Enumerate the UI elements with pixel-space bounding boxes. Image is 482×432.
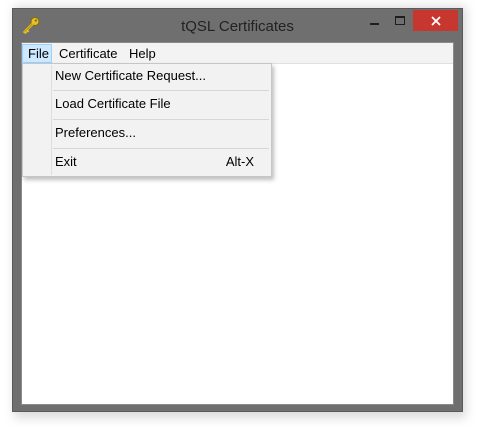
menu-certificate[interactable]: Certificate	[53, 44, 124, 63]
title-bar[interactable]: tQSL Certificates	[13, 9, 462, 42]
menu-item-label: Preferences...	[55, 125, 136, 140]
maximize-icon	[395, 16, 405, 25]
menu-item-label: Exit	[55, 154, 77, 169]
close-button[interactable]	[413, 10, 458, 31]
key-icon[interactable]	[21, 16, 41, 36]
menu-item-preferences[interactable]: Preferences...	[24, 121, 270, 145]
menu-bar: File Certificate Help	[22, 43, 453, 64]
file-menu-dropdown: New Certificate Request... Load Certific…	[22, 63, 272, 177]
menu-item-label: New Certificate Request...	[55, 68, 207, 83]
close-icon	[430, 15, 441, 26]
menu-file[interactable]: File	[22, 44, 52, 63]
maximize-button[interactable]	[387, 10, 413, 31]
menu-item-load-certificate-file[interactable]: Load Certificate File	[24, 92, 270, 116]
minimize-icon	[369, 22, 379, 25]
minimize-button[interactable]	[361, 10, 387, 31]
menu-item-accelerator: Alt-X	[225, 154, 254, 169]
menu-item-exit[interactable]: Exit Alt-X	[24, 150, 270, 174]
menu-item-label: Load Certificate File	[55, 96, 171, 111]
menu-separator	[53, 90, 269, 91]
menu-item-new-certificate-request[interactable]: New Certificate Request...	[24, 64, 270, 88]
menu-help[interactable]: Help	[123, 44, 162, 63]
menu-separator	[53, 148, 269, 149]
menu-separator	[53, 119, 269, 120]
screen: tQSL Certificates File Certificate Help	[0, 0, 482, 432]
